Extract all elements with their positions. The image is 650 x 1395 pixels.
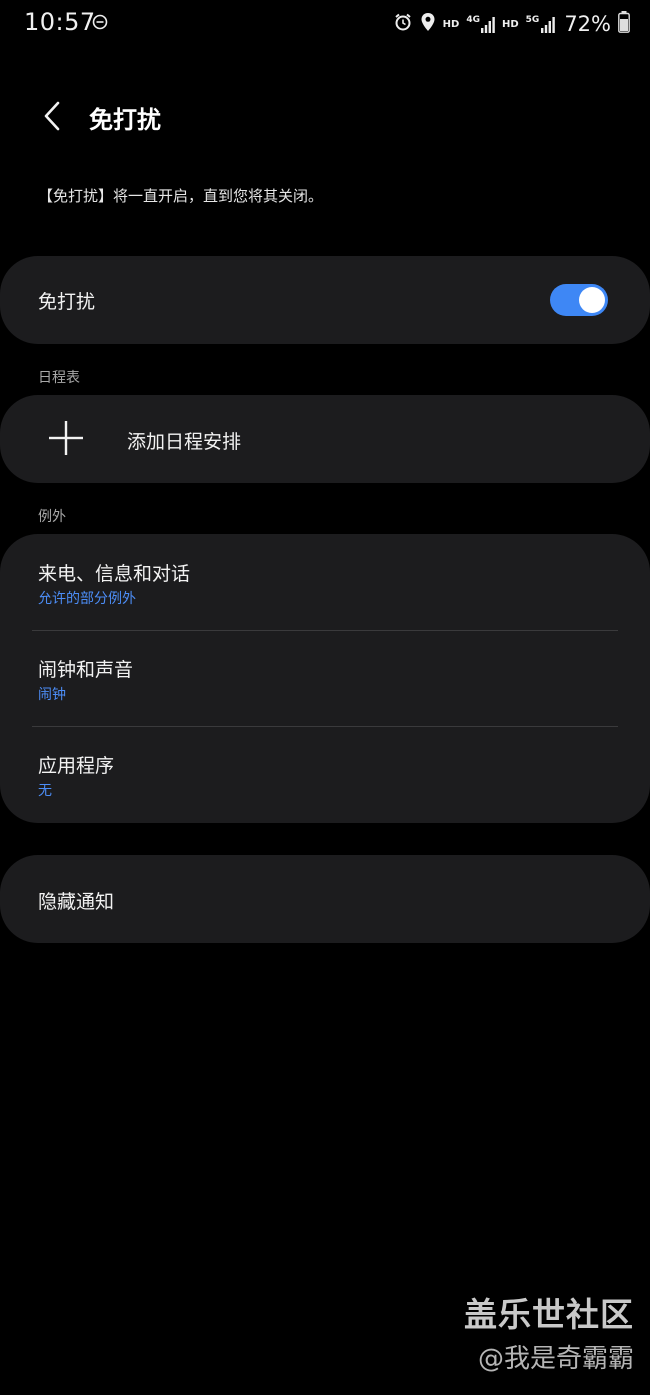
description-text: 【免打扰】将一直开启，直到您将其关闭。 bbox=[38, 187, 324, 205]
add-schedule-label: 添加日程安排 bbox=[127, 431, 242, 453]
exception-item-subtitle: 无 bbox=[38, 783, 52, 799]
battery-percent: 72% bbox=[564, 12, 611, 36]
add-schedule-row[interactable]: 添加日程安排 bbox=[0, 395, 650, 483]
exceptions-section-label: 例外 bbox=[38, 509, 66, 525]
schedule-section-label: 日程表 bbox=[38, 370, 80, 386]
battery-icon bbox=[618, 11, 630, 37]
page-title: 免打扰 bbox=[89, 106, 161, 134]
exception-item-title: 应用程序 bbox=[38, 755, 115, 777]
exception-item-subtitle: 闹钟 bbox=[38, 687, 66, 703]
back-button[interactable] bbox=[32, 96, 72, 140]
network-type-1: 4G bbox=[466, 15, 480, 25]
exception-item-calls[interactable]: 来电、信息和对话 允许的部分例外 bbox=[0, 534, 650, 630]
exception-item-title: 来电、信息和对话 bbox=[38, 563, 191, 585]
exceptions-card: 来电、信息和对话 允许的部分例外 闹钟和声音 闹钟 应用程序 无 bbox=[0, 534, 650, 823]
watermark-title: 盖乐世社区 bbox=[464, 1295, 634, 1334]
watermark-author: @我是奇霸霸 bbox=[477, 1344, 634, 1374]
hide-notifications-label: 隐藏通知 bbox=[38, 891, 115, 913]
status-time: 10:57 bbox=[24, 8, 96, 36]
status-bar: 10:57 HD 4G HD 5G 72% bbox=[0, 0, 650, 48]
network-type-2: 5G bbox=[525, 15, 540, 25]
exception-item-subtitle: 允许的部分例外 bbox=[38, 591, 136, 607]
plus-icon bbox=[49, 421, 83, 459]
exception-item-title: 闹钟和声音 bbox=[38, 659, 134, 681]
exception-item-alarms[interactable]: 闹钟和声音 闹钟 bbox=[0, 631, 650, 727]
chevron-left-icon bbox=[42, 100, 62, 136]
signal-icon: 4G bbox=[466, 15, 495, 33]
hd-label-2: HD bbox=[501, 18, 519, 30]
exception-item-apps[interactable]: 应用程序 无 bbox=[0, 727, 650, 823]
alarm-icon bbox=[393, 12, 413, 36]
dnd-toggle-switch[interactable] bbox=[550, 284, 608, 316]
dnd-toggle-row[interactable]: 免打扰 bbox=[0, 256, 650, 344]
hide-notifications-row[interactable]: 隐藏通知 bbox=[0, 855, 650, 943]
toggle-knob bbox=[579, 287, 605, 313]
status-icons: HD 4G HD 5G 72% bbox=[393, 9, 630, 39]
hd-label-1: HD bbox=[442, 18, 460, 30]
do-not-disturb-icon bbox=[92, 14, 108, 30]
location-icon bbox=[420, 12, 436, 36]
signal-icon: 5G bbox=[526, 15, 556, 33]
dnd-toggle-label: 免打扰 bbox=[38, 291, 96, 313]
